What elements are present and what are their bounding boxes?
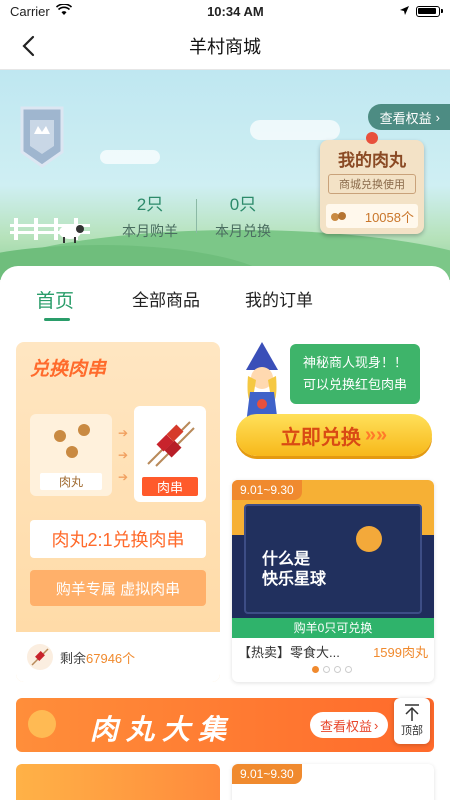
meatball-box: 肉丸 <box>30 414 112 496</box>
tab-all-products[interactable]: 全部商品 <box>132 286 200 311</box>
arrow-icon: ➔ ➔ ➔ <box>118 426 129 484</box>
exchange-skewer-card[interactable]: 兑换肉串 肉丸 ➔ ➔ ➔ 肉串 肉丸2:1兑换肉串 购羊专属 虚拟肉串 剩余 … <box>16 342 220 682</box>
chevrons-right-icon: »» <box>364 423 388 446</box>
battery-icon <box>416 5 443 17</box>
stat-bought-label: 本月购羊 <box>122 223 178 239</box>
exchange-now-label: 立即兑换 <box>280 426 361 449</box>
stats-group: 2只 本月购羊 0只 本月兑换 <box>110 190 283 241</box>
merchant-line-2: 可以兑换红包肉串 <box>302 377 407 392</box>
product-image: 什么是 快乐星球 <box>232 480 434 618</box>
meatball-label: 肉丸 <box>40 473 102 490</box>
market-view-rights-button[interactable]: 查看权益 › <box>310 712 389 738</box>
carousel-dot[interactable] <box>323 666 330 673</box>
box-text-line-1: 什么是 <box>262 551 311 568</box>
stat-exchanged-label: 本月兑换 <box>215 223 271 239</box>
skewer-icon <box>147 421 195 467</box>
product-card[interactable]: 什么是 快乐星球 9.01~9.30 购羊0只可兑换 【热卖】零食大... 15… <box>232 480 434 682</box>
content-panel: 首页 全部商品 我的订单 兑换肉串 肉丸 ➔ ➔ ➔ 肉串 肉丸2:1兑换肉串 购羊… <box>0 266 450 800</box>
hero-banner: 2只 本月购羊 0只 本月兑换 查看权益 › 我的肉丸 商城兑换使用 10058… <box>0 70 450 280</box>
tab-bar: 首页 全部商品 我的订单 <box>0 266 450 330</box>
market-view-rights-label: 查看权益 <box>320 718 373 734</box>
product-info-row: 【热卖】零食大... 1599肉丸 <box>238 642 428 661</box>
sheep-icon <box>59 225 84 243</box>
skewer-box: 肉串 <box>134 406 206 502</box>
market-title: 肉丸大集 <box>90 714 235 745</box>
pin-icon <box>366 132 378 144</box>
arrow-up-icon <box>405 704 419 721</box>
mystery-merchant-banner: 神秘商人现身！！ 可以兑换红包肉串 立即兑换 »» <box>232 340 436 456</box>
meatball-count-row: 10058个 <box>326 204 418 228</box>
remaining-count: 67946个 <box>86 650 136 666</box>
back-button[interactable] <box>14 32 42 60</box>
tab-home[interactable]: 首页 <box>36 286 74 313</box>
skewer-icon <box>27 644 53 670</box>
product-condition: 购羊0只可兑换 <box>232 618 434 638</box>
tab-my-orders[interactable]: 我的订单 <box>245 286 313 311</box>
view-rights-label: 查看权益 <box>379 110 432 126</box>
stat-exchanged-value: 0只 <box>229 195 257 214</box>
back-to-top-button[interactable]: 顶部 <box>394 698 430 744</box>
coin-icon <box>28 710 56 738</box>
product-card[interactable] <box>16 764 220 800</box>
carousel-indicator <box>312 666 352 673</box>
exchange-card-title: 兑换肉串 <box>30 359 107 380</box>
location-icon <box>399 4 410 19</box>
stat-bought: 2只 本月购羊 <box>110 190 190 241</box>
remaining-prefix: 剩余 <box>60 650 87 666</box>
stat-bought-value: 2只 <box>136 195 164 214</box>
view-rights-button[interactable]: 查看权益 › <box>367 104 450 130</box>
exclusive-label: 购羊专属 虚拟肉串 <box>30 570 206 606</box>
stat-exchanged: 0只 本月兑换 <box>203 190 283 241</box>
meatball-card-title: 我的肉丸 <box>338 151 406 170</box>
chevron-right-icon: › <box>435 109 440 125</box>
rank-badge-icon <box>20 106 64 168</box>
cloud-decoration <box>250 120 340 140</box>
meatball-balance-card[interactable]: 我的肉丸 商城兑换使用 10058个 <box>320 132 424 234</box>
exchange-now-button[interactable]: 立即兑换 »» <box>236 414 432 456</box>
remaining-row: 剩余 67946个 <box>16 632 220 682</box>
back-to-top-label: 顶部 <box>401 725 423 737</box>
divider <box>196 198 197 233</box>
meatball-count: 10058个 <box>364 209 414 225</box>
carousel-dot[interactable] <box>345 666 352 673</box>
product-name: 【热卖】零食大... <box>238 645 340 660</box>
box-text-line-2: 快乐星球 <box>262 571 327 588</box>
tab-indicator <box>44 318 70 321</box>
navigation-bar: 羊村商城 <box>0 22 450 70</box>
chevron-left-icon <box>22 35 35 57</box>
page-title: 羊村商城 <box>189 36 261 57</box>
status-bar: Carrier 10:34 AM <box>0 0 450 22</box>
carousel-dot[interactable] <box>334 666 341 673</box>
chevron-right-icon: › <box>374 717 379 733</box>
merchant-line-1: 神秘商人现身！！ <box>302 355 407 370</box>
product-card[interactable]: 9.01~9.30 <box>232 764 434 800</box>
carousel-dot[interactable] <box>312 666 319 673</box>
clock: 10:34 AM <box>207 3 264 19</box>
meatball-icon <box>331 212 346 221</box>
planet-icon <box>356 526 382 552</box>
meatball-icon <box>78 424 90 436</box>
product-date-tag: 9.01~9.30 <box>232 480 302 500</box>
meatball-market-banner[interactable]: 肉丸大集 查看权益 › <box>16 698 434 752</box>
product-date-tag: 9.01~9.30 <box>232 764 302 784</box>
cloud-decoration <box>100 150 160 164</box>
skewer-label: 肉串 <box>142 477 198 496</box>
exchange-ratio: 肉丸2:1兑换肉串 <box>30 520 206 558</box>
merchant-bubble: 神秘商人现身！！ 可以兑换红包肉串 <box>290 344 420 404</box>
product-box-text: 什么是 快乐星球 <box>262 550 326 590</box>
meatball-card-subtitle: 商城兑换使用 <box>328 174 416 194</box>
meatball-icon <box>66 446 78 458</box>
wifi-icon <box>55 2 72 19</box>
carrier-label: Carrier <box>10 3 50 19</box>
meatball-icon <box>54 430 66 442</box>
product-price: 1599肉丸 <box>373 645 428 660</box>
